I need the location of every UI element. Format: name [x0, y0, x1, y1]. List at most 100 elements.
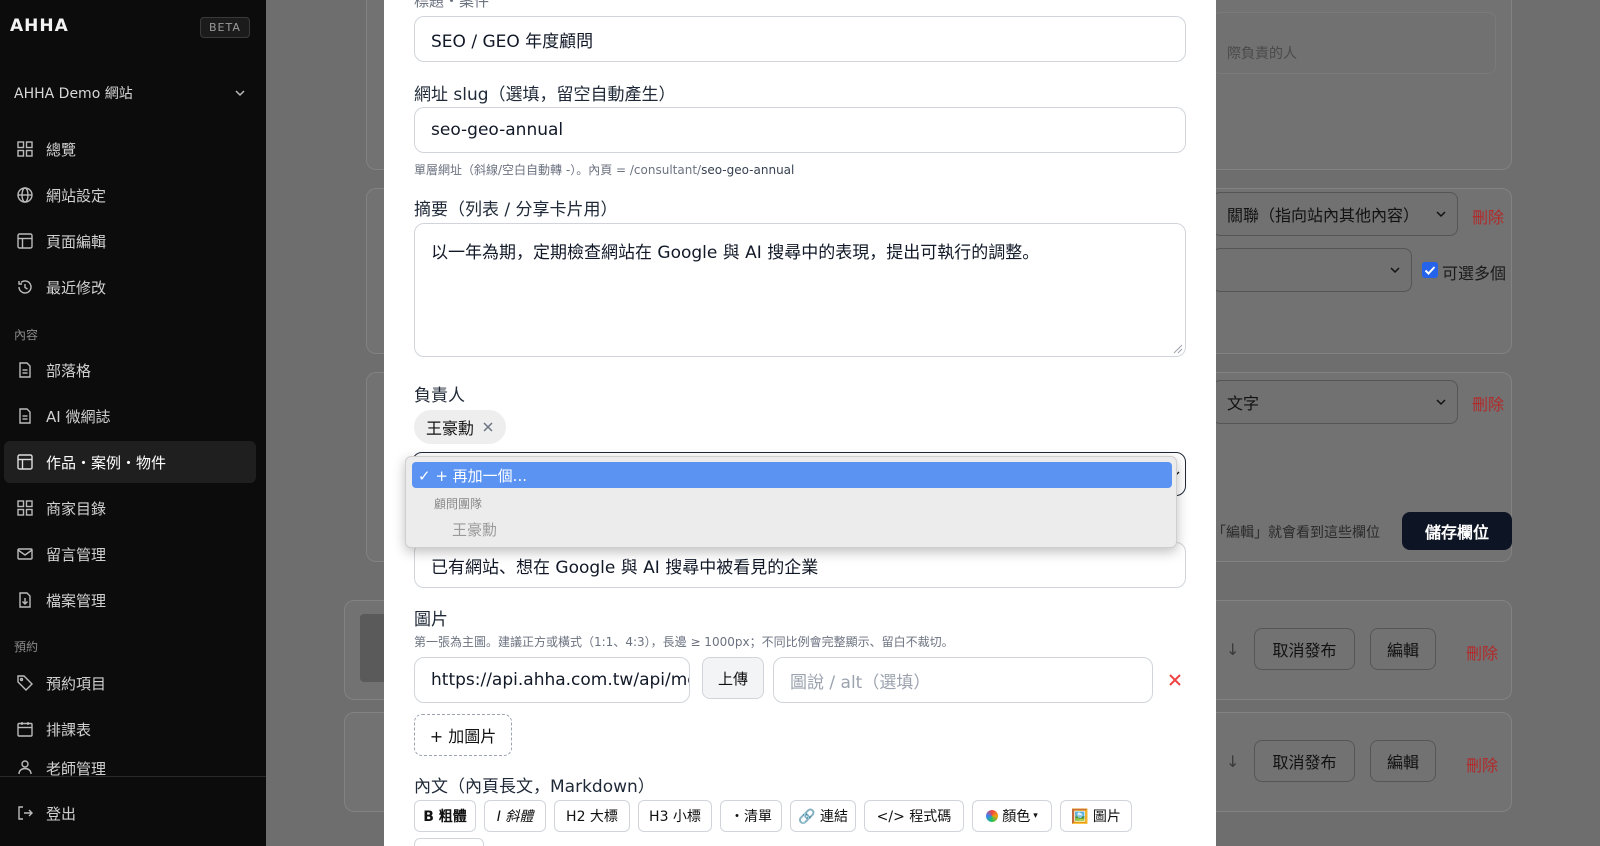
sidebar-item-directory[interactable]: 商家目錄 — [4, 487, 256, 529]
owner-dropdown-popup: ✓ + 再加一個... 顧問團隊 王豪勳 — [405, 456, 1177, 548]
save-fields-button[interactable]: 儲存欄位 — [1402, 512, 1512, 550]
upload-button[interactable]: 上傳 — [702, 657, 764, 699]
type-select-value: 文字 — [1227, 394, 1260, 413]
edit-button[interactable]: 編輯 — [1370, 740, 1436, 782]
dropdown-option-add-another[interactable]: ✓ + 再加一個... — [412, 462, 1172, 488]
check-icon — [1424, 266, 1436, 275]
chevron-down-icon — [1436, 211, 1446, 218]
caret-down-icon: ▾ — [1033, 811, 1038, 821]
color-button[interactable]: 顏色 ▾ — [972, 800, 1052, 832]
sidebar: AHHA BETA AHHA Demo 網站 總覽 網站設定 頁面編輯 最近修改… — [0, 0, 266, 846]
image-alt-input[interactable]: 圖說 / alt（選填） — [773, 657, 1153, 703]
image-url-value: https://api.ahha.com.tw/api/media — [431, 670, 689, 690]
dropdown-group-label: 顧問團隊 — [434, 497, 483, 511]
site-select[interactable]: AHHA Demo 網站 — [14, 80, 246, 106]
chevron-down-icon — [235, 90, 245, 97]
delete-link[interactable]: 刪除 — [1472, 391, 1504, 415]
relation-select-value: 關聯（指向站內其他內容） — [1227, 206, 1420, 225]
edit-button[interactable]: 編輯 — [1370, 628, 1436, 670]
sidebar-item-schedule[interactable]: 排課表 — [4, 708, 256, 750]
beta-badge: BETA — [200, 17, 250, 38]
sidebar-item-page-editor[interactable]: 頁面編輯 — [4, 220, 256, 262]
sidebar-item-files[interactable]: 檔案管理 — [4, 579, 256, 621]
bg-placeholder-field[interactable]: 際負責的人 — [1212, 12, 1496, 74]
delete-link[interactable]: 刪除 — [1466, 752, 1498, 776]
audience-input-value: 已有網站、想在 Google 與 AI 搜尋中被看見的企業 — [431, 557, 819, 578]
sidebar-item-teachers[interactable]: 老師管理 — [4, 754, 256, 776]
sidebar-item-works[interactable]: 作品・案例・物件 — [4, 441, 256, 483]
sidebar-item-label: 排課表 — [46, 720, 92, 739]
layout-icon — [17, 454, 33, 470]
tag-icon — [17, 675, 33, 691]
sidebar-item-site-settings[interactable]: 網站設定 — [4, 174, 256, 216]
italic-button[interactable]: I 斜體 — [484, 800, 546, 832]
resize-handle-icon[interactable] — [1173, 344, 1183, 354]
brand-logo: AHHA — [10, 16, 69, 36]
sidebar-item-overview[interactable]: 總覽 — [4, 128, 256, 170]
slug-input-value: seo-geo-annual — [431, 120, 564, 140]
image-insert-button[interactable]: 🖼️ 圖片 — [1060, 800, 1132, 832]
unpublish-button[interactable]: 取消發布 — [1254, 628, 1355, 670]
h2-button[interactable]: H2 大標 — [554, 800, 630, 832]
sidebar-section-content: 內容 — [14, 328, 39, 342]
slug-hint: 單層網址（斜線/空白自動轉 -）。內頁 = /consultant/seo-ge… — [414, 161, 794, 178]
document-icon — [19, 362, 31, 378]
sidebar-item-label: AI 微網誌 — [46, 407, 111, 426]
logout-button[interactable]: 登出 — [4, 792, 256, 834]
summary-textarea[interactable]: 以一年為期，定期檢查網站在 Google 與 AI 搜尋中的表現，提出可執行的調… — [414, 223, 1186, 357]
h3-button[interactable]: H3 小標 — [638, 800, 712, 832]
sidebar-item-recent[interactable]: 最近修改 — [4, 266, 256, 308]
logout-icon — [18, 806, 33, 820]
list-button[interactable]: ・清單 — [720, 800, 782, 832]
audience-input[interactable]: 已有網站、想在 Google 與 AI 搜尋中被看見的企業 — [414, 542, 1186, 588]
sidebar-section-booking: 預約 — [14, 640, 39, 654]
sidebar-item-label: 預約項目 — [46, 674, 107, 693]
sidebar-item-label: 頁面編輯 — [46, 232, 107, 251]
image-alt-placeholder: 圖說 / alt（選填） — [790, 672, 931, 693]
title-label: 標題・案件 — [414, 0, 490, 10]
type-select[interactable]: 文字 — [1212, 380, 1458, 424]
summary-textarea-value: 以一年為期，定期檢查網站在 Google 與 AI 搜尋中的表現，提出可執行的調… — [431, 243, 1040, 263]
sidebar-item-booking-items[interactable]: 預約項目 — [4, 662, 256, 704]
code-button[interactable]: </> 程式碼 — [864, 800, 964, 832]
link-button[interactable]: 🔗 連結 — [790, 800, 856, 832]
sidebar-item-ai-microblog[interactable]: AI 微網誌 — [4, 395, 256, 437]
sidebar-item-comments[interactable]: 留言管理 — [4, 533, 256, 575]
document-icon — [19, 408, 31, 424]
title-input[interactable]: SEO / GEO 年度顧問 — [414, 16, 1186, 62]
sidebar-item-label: 檔案管理 — [46, 591, 107, 610]
toolbar-button-more[interactable] — [414, 838, 484, 846]
add-image-button[interactable]: + 加圖片 — [414, 714, 512, 756]
delete-link[interactable]: 刪除 — [1472, 204, 1504, 228]
calendar-icon — [17, 722, 33, 737]
delete-link[interactable]: 刪除 — [1466, 640, 1498, 664]
relation-select[interactable]: 關聯（指向站內其他內容） — [1212, 192, 1458, 236]
owner-label: 負責人 — [414, 386, 465, 406]
sidebar-item-blog[interactable]: 部落格 — [4, 349, 256, 391]
remove-image-icon[interactable] — [1168, 673, 1182, 687]
slug-input[interactable]: seo-geo-annual — [414, 107, 1186, 153]
body-label: 內文（內頁長文，Markdown） — [414, 777, 655, 797]
edit-hint: 「編輯」就會看到這些欄位 — [1212, 525, 1380, 541]
file-download-icon — [19, 592, 31, 608]
grid-icon — [17, 500, 33, 516]
sidebar-item-label: 商家目錄 — [46, 499, 107, 518]
slug-hint-prefix: 單層網址（斜線/空白自動轉 -）。內頁 = /consultant/ — [414, 163, 702, 177]
user-icon — [18, 760, 32, 775]
sidebar-item-label: 留言管理 — [46, 545, 107, 564]
image-url-input[interactable]: https://api.ahha.com.tw/api/media — [414, 657, 690, 703]
owner-chip: 王豪勳 — [414, 410, 507, 444]
multi-select-label: 可選多個 — [1442, 264, 1507, 283]
color-palette-icon — [986, 810, 999, 822]
edit-item-modal: 標題・案件 SEO / GEO 年度顧問 網址 slug（選填，留空自動產生） … — [384, 0, 1216, 846]
arrow-down-icon[interactable]: ↓ — [1226, 640, 1239, 659]
arrow-down-icon[interactable]: ↓ — [1226, 752, 1239, 771]
unpublish-button[interactable]: 取消發布 — [1254, 740, 1355, 782]
close-icon[interactable] — [482, 421, 494, 433]
chevron-down-icon — [1436, 399, 1446, 406]
multi-select-checkbox[interactable] — [1422, 262, 1438, 278]
bg-select[interactable] — [1212, 248, 1412, 292]
dropdown-option-member[interactable]: 王豪勳 — [452, 519, 497, 540]
sidebar-item-label: 最近修改 — [46, 278, 107, 297]
bold-button[interactable]: B 粗體 — [414, 800, 476, 832]
